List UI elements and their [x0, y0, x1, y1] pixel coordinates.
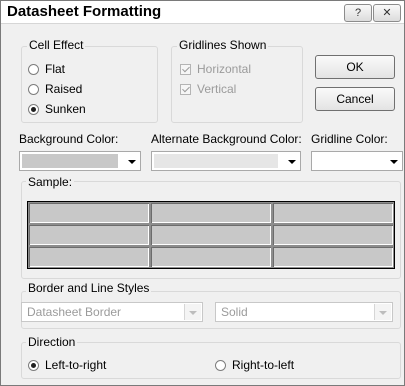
radio-icon	[28, 63, 39, 75]
sample-cell	[28, 224, 150, 246]
radio-icon	[215, 359, 226, 371]
ok-button[interactable]: OK	[315, 55, 395, 79]
sample-cell	[150, 224, 272, 246]
background-color-label: Background Color:	[19, 132, 119, 146]
dropdown-arrow-icon	[374, 304, 391, 320]
left-to-right-label: Left-to-right	[45, 358, 107, 372]
border-style-select[interactable]: Datasheet Border	[21, 302, 203, 322]
cancel-button[interactable]: Cancel	[315, 87, 395, 111]
radio-selected-icon	[28, 359, 39, 371]
horizontal-gridlines-checkbox[interactable]: Horizontal	[180, 62, 251, 76]
cell-effect-label: Cell Effect	[27, 38, 86, 52]
cell-effect-flat-radio[interactable]: Flat	[28, 62, 65, 76]
alternate-background-color-swatch	[154, 154, 278, 168]
line-style-select[interactable]: Solid	[215, 302, 393, 322]
background-color-swatch	[22, 154, 118, 168]
dialog-title: Datasheet Formatting	[7, 3, 162, 20]
alternate-background-color-picker[interactable]	[151, 151, 301, 171]
help-button[interactable]: ?	[344, 4, 372, 22]
alternate-background-color-label: Alternate Background Color:	[151, 132, 302, 146]
radio-selected-icon	[28, 103, 39, 115]
checkbox-checked-icon	[180, 83, 191, 95]
border-line-styles-label: Border and Line Styles	[26, 281, 152, 295]
gridline-color-swatch	[314, 154, 380, 168]
sample-cell	[272, 224, 394, 246]
sample-cell	[272, 246, 394, 268]
radio-icon	[28, 83, 39, 95]
direction-right-to-left-radio[interactable]: Right-to-left	[215, 358, 294, 372]
datasheet-formatting-dialog: Datasheet Formatting ? ✕ Cell Effect Fla…	[0, 0, 405, 386]
dropdown-arrow-icon	[184, 304, 201, 320]
line-style-value: Solid	[221, 305, 248, 319]
dropdown-arrow-icon	[390, 160, 398, 164]
sample-preview-grid	[27, 201, 395, 269]
sample-cell	[150, 246, 272, 268]
horizontal-label: Horizontal	[197, 62, 252, 76]
vertical-label: Vertical	[197, 82, 237, 96]
sample-cell	[150, 202, 272, 224]
direction-label: Direction	[26, 335, 78, 349]
checkbox-checked-icon	[180, 63, 191, 75]
border-style-value: Datasheet Border	[27, 305, 122, 319]
sunken-label: Sunken	[45, 102, 86, 116]
background-color-picker[interactable]	[19, 151, 141, 171]
close-button[interactable]: ✕	[373, 4, 401, 22]
dropdown-arrow-icon	[288, 160, 296, 164]
sample-cell	[28, 246, 150, 268]
sample-cell	[28, 202, 150, 224]
dropdown-arrow-icon	[128, 160, 136, 164]
sample-label: Sample:	[26, 175, 75, 189]
gridline-color-label: Gridline Color:	[311, 132, 388, 146]
cell-effect-raised-radio[interactable]: Raised	[28, 82, 82, 96]
gridline-color-picker[interactable]	[311, 151, 403, 171]
right-to-left-label: Right-to-left	[232, 358, 295, 372]
flat-label: Flat	[45, 62, 66, 76]
cell-effect-sunken-radio[interactable]: Sunken	[28, 102, 86, 116]
vertical-gridlines-checkbox[interactable]: Vertical	[180, 82, 236, 96]
sample-cell	[272, 202, 394, 224]
raised-label: Raised	[45, 82, 83, 96]
gridlines-label: Gridlines Shown	[177, 38, 269, 52]
title-bar: Datasheet Formatting ? ✕	[1, 1, 404, 24]
direction-left-to-right-radio[interactable]: Left-to-right	[28, 358, 106, 372]
